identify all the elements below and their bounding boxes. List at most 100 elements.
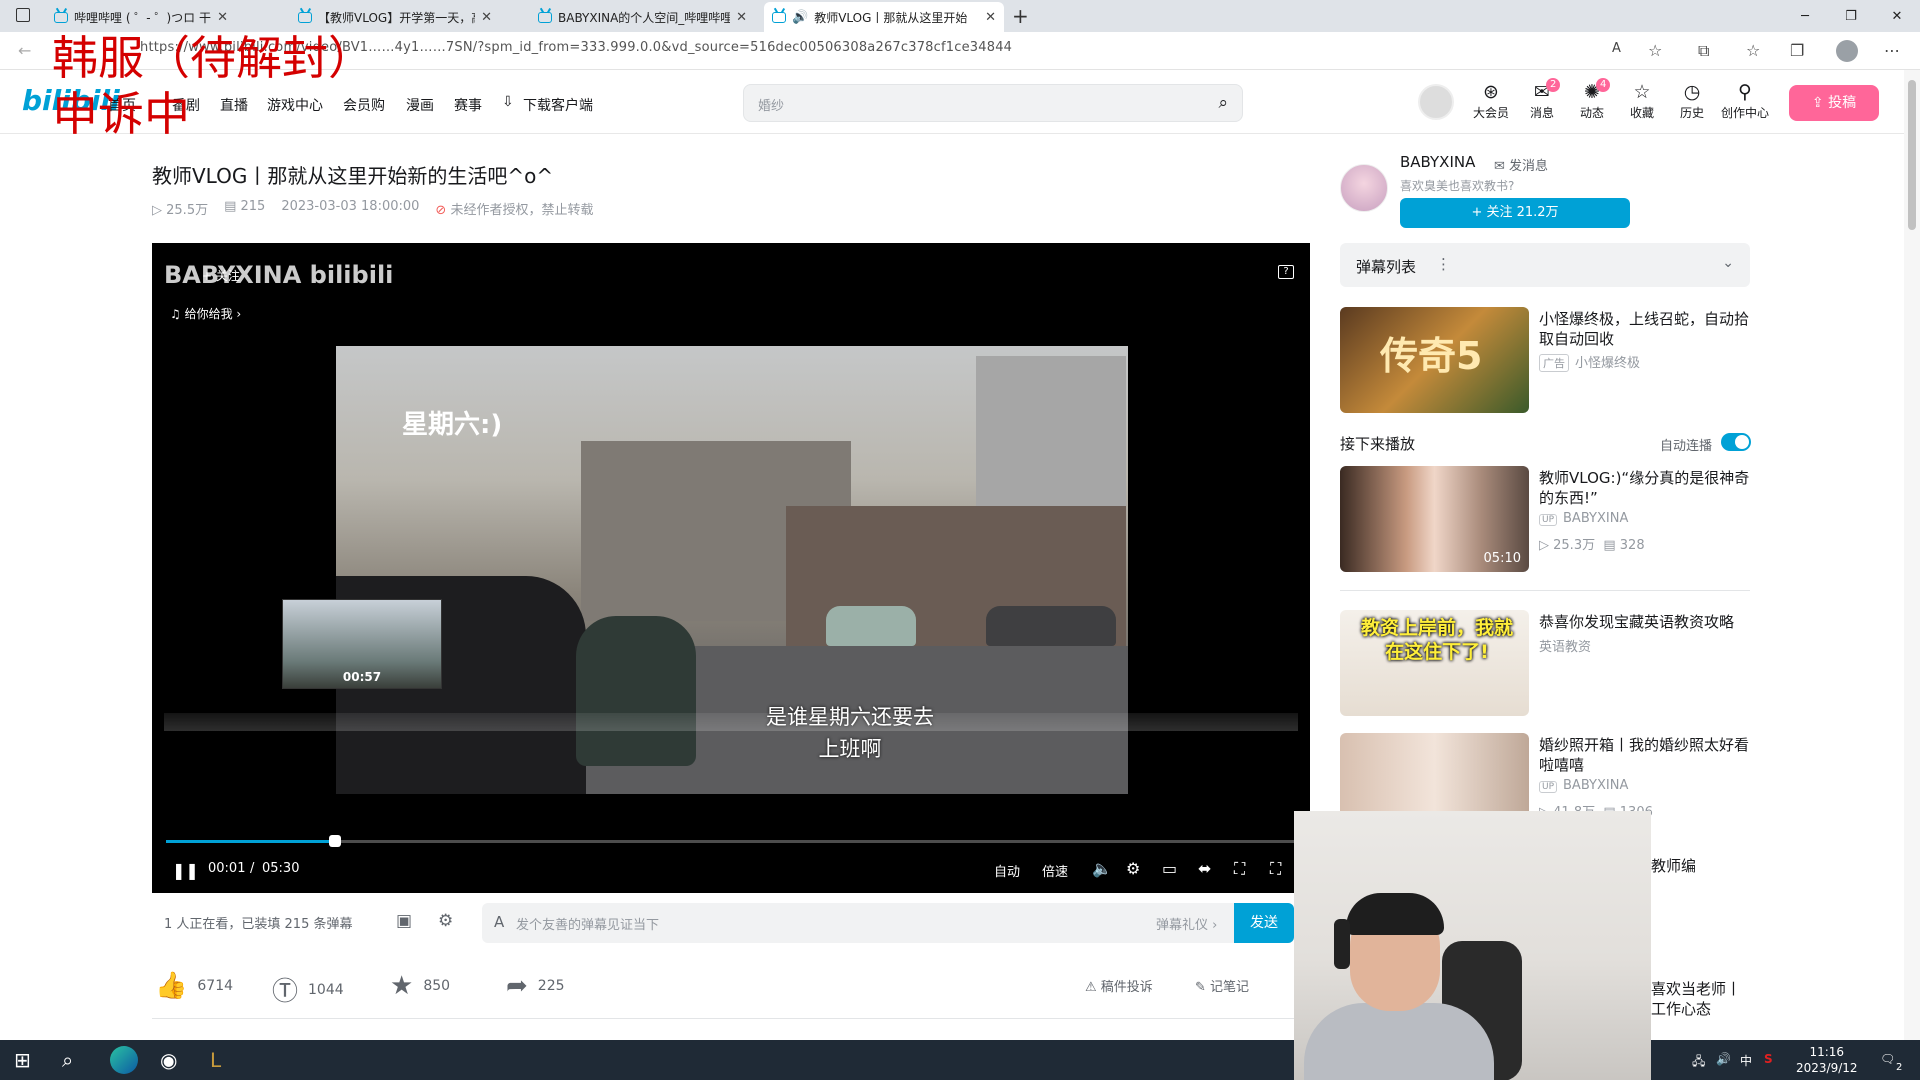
video-card-title[interactable]: 恭喜你发现宝藏英语教资攻略 xyxy=(1539,612,1754,632)
search-icon[interactable]: ⌕ xyxy=(62,1048,73,1072)
pip-icon[interactable]: ▭ xyxy=(1162,859,1177,878)
notification-icon[interactable]: 🗨 xyxy=(1880,1052,1895,1066)
font-style-icon[interactable]: A xyxy=(494,913,504,931)
send-message-link[interactable]: ✉ 发消息 xyxy=(1494,155,1548,174)
nav-anime[interactable]: 番剧 xyxy=(172,95,200,115)
widescreen-icon[interactable]: ⬌ xyxy=(1198,859,1211,878)
video-card-author[interactable]: UP BABYXINA xyxy=(1539,511,1628,526)
send-button[interactable]: 发送 xyxy=(1234,903,1294,943)
bilibili-logo[interactable]: bilibili xyxy=(22,84,120,117)
fullscreen-icon[interactable]: ⛶ xyxy=(1270,859,1281,879)
favorites-icon[interactable]: ☆ xyxy=(1746,41,1760,60)
more-icon[interactable]: ⋯ xyxy=(1884,41,1900,60)
video-card-author[interactable]: 英语教资 xyxy=(1539,636,1591,655)
search-icon[interactable]: ⌕ xyxy=(1218,93,1228,113)
feedback-icon[interactable]: ? xyxy=(1278,265,1294,279)
header-favorites[interactable]: ☆ 收藏 xyxy=(1620,82,1664,121)
nav-manga[interactable]: 漫画 xyxy=(406,95,434,115)
app-icon[interactable]: ◉ xyxy=(160,1048,177,1072)
user-avatar[interactable] xyxy=(1418,84,1454,120)
sogou-icon[interactable]: S xyxy=(1764,1052,1773,1066)
header-vip[interactable]: ⊛ 大会员 xyxy=(1469,82,1513,121)
collections-icon[interactable]: ❐ xyxy=(1790,41,1804,60)
browser-tab-3[interactable]: BABYXINA的个人空间_哔哩哔哩 ✕ xyxy=(530,2,755,32)
player-music-link[interactable]: ♫ 给你给我 › xyxy=(170,305,241,322)
nav-shop[interactable]: 会员购 xyxy=(343,95,385,115)
uploader-name[interactable]: BABYXINA xyxy=(1400,153,1475,171)
header-message[interactable]: ✉ 2 消息 xyxy=(1520,78,1564,121)
close-tab-icon[interactable]: ✕ xyxy=(985,10,996,25)
window-close-icon[interactable]: ✕ xyxy=(1874,0,1920,32)
uploader-avatar[interactable] xyxy=(1340,164,1388,212)
nav-home[interactable]: 首页 xyxy=(108,95,136,115)
browser-tab-2[interactable]: 【教师VLOG】开学第一天，高中 ✕ xyxy=(290,2,500,32)
ad-title[interactable]: 小怪爆终极，上线召蛇，自动拾取自动回收 xyxy=(1539,309,1754,349)
progress-bar[interactable] xyxy=(166,835,1294,847)
audio-playing-icon[interactable]: 🔊 xyxy=(792,10,808,25)
close-tab-icon[interactable]: ✕ xyxy=(481,10,492,25)
video-card-title[interactable]: 婚纱照开箱丨我的婚纱照太好看啦嘻嘻 xyxy=(1539,735,1754,775)
header-creator[interactable]: ⚲ 创作中心 xyxy=(1720,82,1770,121)
minimize-icon[interactable]: ─ xyxy=(1782,0,1828,32)
search-input[interactable]: 婚纱 xyxy=(758,95,784,114)
partial-card-title[interactable]: 喜欢当老师丨 xyxy=(1651,979,1741,999)
back-icon[interactable]: ← xyxy=(18,41,31,60)
profile-icon[interactable] xyxy=(1836,40,1858,62)
restore-icon[interactable]: ❐ xyxy=(1828,0,1874,32)
chevron-down-icon[interactable]: ⌄ xyxy=(1722,255,1734,271)
autoplay-toggle[interactable] xyxy=(1721,433,1751,451)
browser-tab-1[interactable]: 哔哩哔哩 ( ゜- ゜)つロ 干杯~-bili ✕ xyxy=(46,2,236,32)
close-tab-icon[interactable]: ✕ xyxy=(736,10,747,25)
network-icon[interactable]: 🖧 xyxy=(1692,1052,1705,1073)
browser-tab-4[interactable]: 🔊 教师VLOG丨那就从这里开始 ✕ xyxy=(764,2,1004,32)
nav-live[interactable]: 直播 xyxy=(220,95,248,115)
video-thumbnail[interactable]: 05:10 xyxy=(1340,466,1529,572)
speed-button[interactable]: 倍速 xyxy=(1042,861,1068,880)
danmaku-etiquette-link[interactable]: 弹幕礼仪 › xyxy=(1156,914,1217,933)
web-fullscreen-icon[interactable]: ⛶ xyxy=(1234,859,1245,879)
partial-card-title[interactable]: 工作心态 xyxy=(1651,999,1711,1019)
extensions-icon[interactable]: ⧉ xyxy=(1698,41,1709,61)
close-tab-icon[interactable]: ✕ xyxy=(217,10,228,25)
header-dynamic[interactable]: ✺ 4 动态 xyxy=(1570,78,1614,121)
recommend-card[interactable]: 教资上岸前，我就在这住下了! 恭喜你发现宝藏英语教资攻略 英语教资 xyxy=(1340,610,1750,718)
header-history[interactable]: ◷ 历史 xyxy=(1670,82,1714,121)
league-icon[interactable]: ᒪ xyxy=(210,1048,221,1072)
video-card-author[interactable]: UP BABYXINA xyxy=(1539,778,1628,793)
danmaku-toggle-icon[interactable]: ▣ xyxy=(396,911,412,931)
report-button[interactable]: ⚠ 稿件投诉 xyxy=(1085,976,1153,995)
coin-button[interactable]: Ⓣ 1044 xyxy=(272,971,344,1008)
search-box[interactable]: 婚纱 ⌕ xyxy=(743,84,1243,122)
like-button[interactable]: 👍 6714 xyxy=(155,971,233,1001)
share-button[interactable]: ➦ 225 xyxy=(506,971,565,1001)
progress-handle[interactable] xyxy=(329,835,342,847)
danmaku-placeholder[interactable]: 发个友善的弹幕见证当下 xyxy=(516,914,659,933)
pause-icon[interactable]: ❚❚ xyxy=(172,861,199,880)
favorite-page-icon[interactable]: ☆ xyxy=(1648,41,1662,60)
scrollbar-thumb[interactable] xyxy=(1908,80,1916,230)
new-tab-icon[interactable]: + xyxy=(1012,4,1029,28)
volume-icon[interactable]: 🔈 xyxy=(1092,859,1112,878)
note-button[interactable]: ✎ 记笔记 xyxy=(1195,976,1249,995)
favorite-button[interactable]: ★ 850 xyxy=(390,971,450,1001)
more-options-icon[interactable]: ⋮ xyxy=(1436,255,1451,273)
windows-start-icon[interactable]: ⊞ xyxy=(14,1048,31,1072)
partial-card-title[interactable]: 教师编 xyxy=(1651,856,1696,876)
edge-browser-icon[interactable] xyxy=(110,1046,138,1074)
tab-actions-icon[interactable] xyxy=(16,8,30,22)
follow-button[interactable]: + 关注 21.2万 xyxy=(1400,198,1630,228)
ime-indicator[interactable]: 中 xyxy=(1740,1052,1752,1069)
nav-game[interactable]: 游戏中心 xyxy=(267,95,323,115)
player-follow-button[interactable]: + 关注 xyxy=(202,267,240,284)
video-card-title[interactable]: 教师VLOG:)“缘分真的是很神奇的东西!” xyxy=(1539,468,1754,508)
nav-download[interactable]: 下载客户端 xyxy=(523,95,593,115)
quality-button[interactable]: 自动 xyxy=(994,861,1020,880)
taskbar-clock[interactable]: 11:16 2023/9/12 xyxy=(1796,1044,1858,1076)
video-player[interactable]: BABYXINA bilibili + 关注 ♫ 给你给我 › ? 星期六:) … xyxy=(152,243,1310,893)
video-thumbnail[interactable]: 教资上岸前，我就在这住下了! xyxy=(1340,610,1529,716)
danmaku-input[interactable]: A 发个友善的弹幕见证当下 弹幕礼仪 › 发送 xyxy=(482,903,1294,943)
ad-card[interactable]: 传奇5 小怪爆终极，上线召蛇，自动拾取自动回收 广告 小怪爆终极 xyxy=(1340,307,1750,415)
page-scrollbar[interactable] xyxy=(1904,70,1920,1040)
ad-thumbnail[interactable]: 传奇5 xyxy=(1340,307,1529,413)
read-aloud-icon[interactable]: A xyxy=(1612,41,1621,56)
